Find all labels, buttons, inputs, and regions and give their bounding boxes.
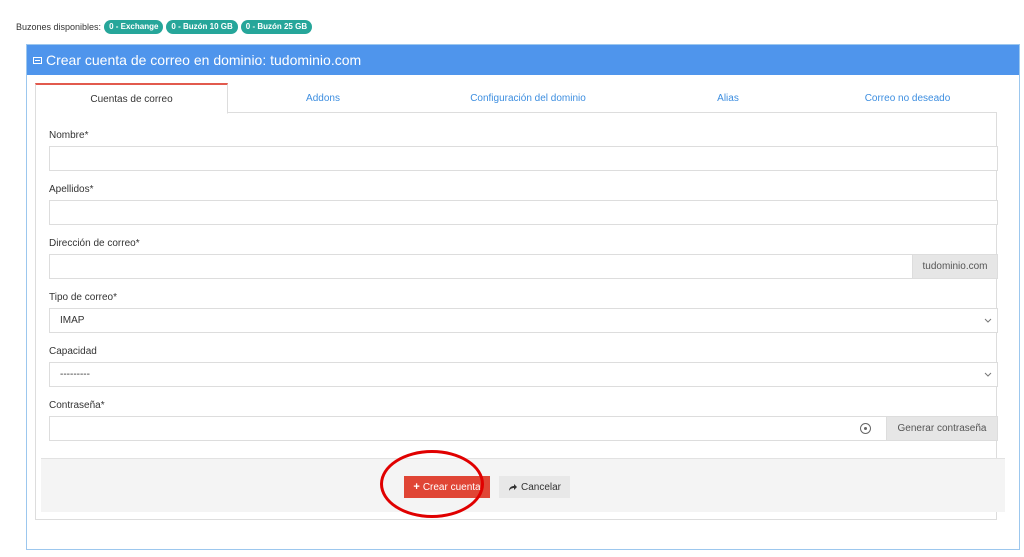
highlight-circle xyxy=(380,450,484,518)
capacidad-select[interactable]: --------- xyxy=(49,362,998,387)
nombre-input[interactable] xyxy=(49,146,998,171)
capacidad-label: Capacidad xyxy=(49,346,97,357)
chevron-down-icon xyxy=(984,372,992,377)
form-actions: + Crear cuenta Cancelar xyxy=(41,458,1005,512)
password-field: Generar contraseña xyxy=(49,416,998,441)
cancel-label: Cancelar xyxy=(520,481,562,493)
mailboxes-label: Buzones disponibles: xyxy=(16,22,102,32)
generate-password-button[interactable]: Generar contraseña xyxy=(886,417,997,440)
badge-exchange: 0 - Exchange xyxy=(104,20,164,34)
tipo-selected-value: IMAP xyxy=(60,315,85,326)
email-domain-addon: tudominio.com xyxy=(912,255,997,278)
panel-list-icon xyxy=(33,56,42,64)
email-field: tudominio.com xyxy=(49,254,998,279)
tab-domain-settings[interactable]: Configuración del dominio xyxy=(418,83,638,113)
badge-mailbox-10gb: 0 - Buzón 10 GB xyxy=(166,20,238,34)
email-label: Dirección de correo* xyxy=(49,238,140,249)
password-input[interactable] xyxy=(50,417,885,440)
badge-mailbox-25gb: 0 - Buzón 25 GB xyxy=(240,20,313,34)
tipo-select[interactable]: IMAP xyxy=(49,308,998,333)
panel-heading: Crear cuenta de correo en dominio: tudom… xyxy=(27,45,1019,75)
apellidos-label: Apellidos* xyxy=(49,184,94,195)
tab-email-accounts[interactable]: Cuentas de correo xyxy=(35,83,228,114)
chevron-down-icon xyxy=(984,318,992,323)
share-arrow-icon xyxy=(508,483,517,491)
cancel-button[interactable]: Cancelar xyxy=(499,476,570,498)
nombre-label: Nombre* xyxy=(49,130,89,141)
tab-bar: Cuentas de correo Addons Configuración d… xyxy=(35,83,997,114)
password-key-icon[interactable] xyxy=(860,423,871,434)
create-account-panel: Crear cuenta de correo en dominio: tudom… xyxy=(26,44,1020,550)
tab-spam[interactable]: Correo no deseado xyxy=(818,83,997,113)
apellidos-input[interactable] xyxy=(49,200,998,225)
available-mailboxes: Buzones disponibles: 0 - Exchange 0 - Bu… xyxy=(16,20,313,34)
panel-title: Crear cuenta de correo en dominio: tudom… xyxy=(46,52,362,68)
email-input[interactable] xyxy=(50,255,911,278)
capacidad-selected-value: --------- xyxy=(60,369,90,380)
tab-alias[interactable]: Alias xyxy=(638,83,818,113)
password-label: Contraseña* xyxy=(49,400,105,411)
tipo-label: Tipo de correo* xyxy=(49,292,117,303)
tab-addons[interactable]: Addons xyxy=(228,83,418,113)
